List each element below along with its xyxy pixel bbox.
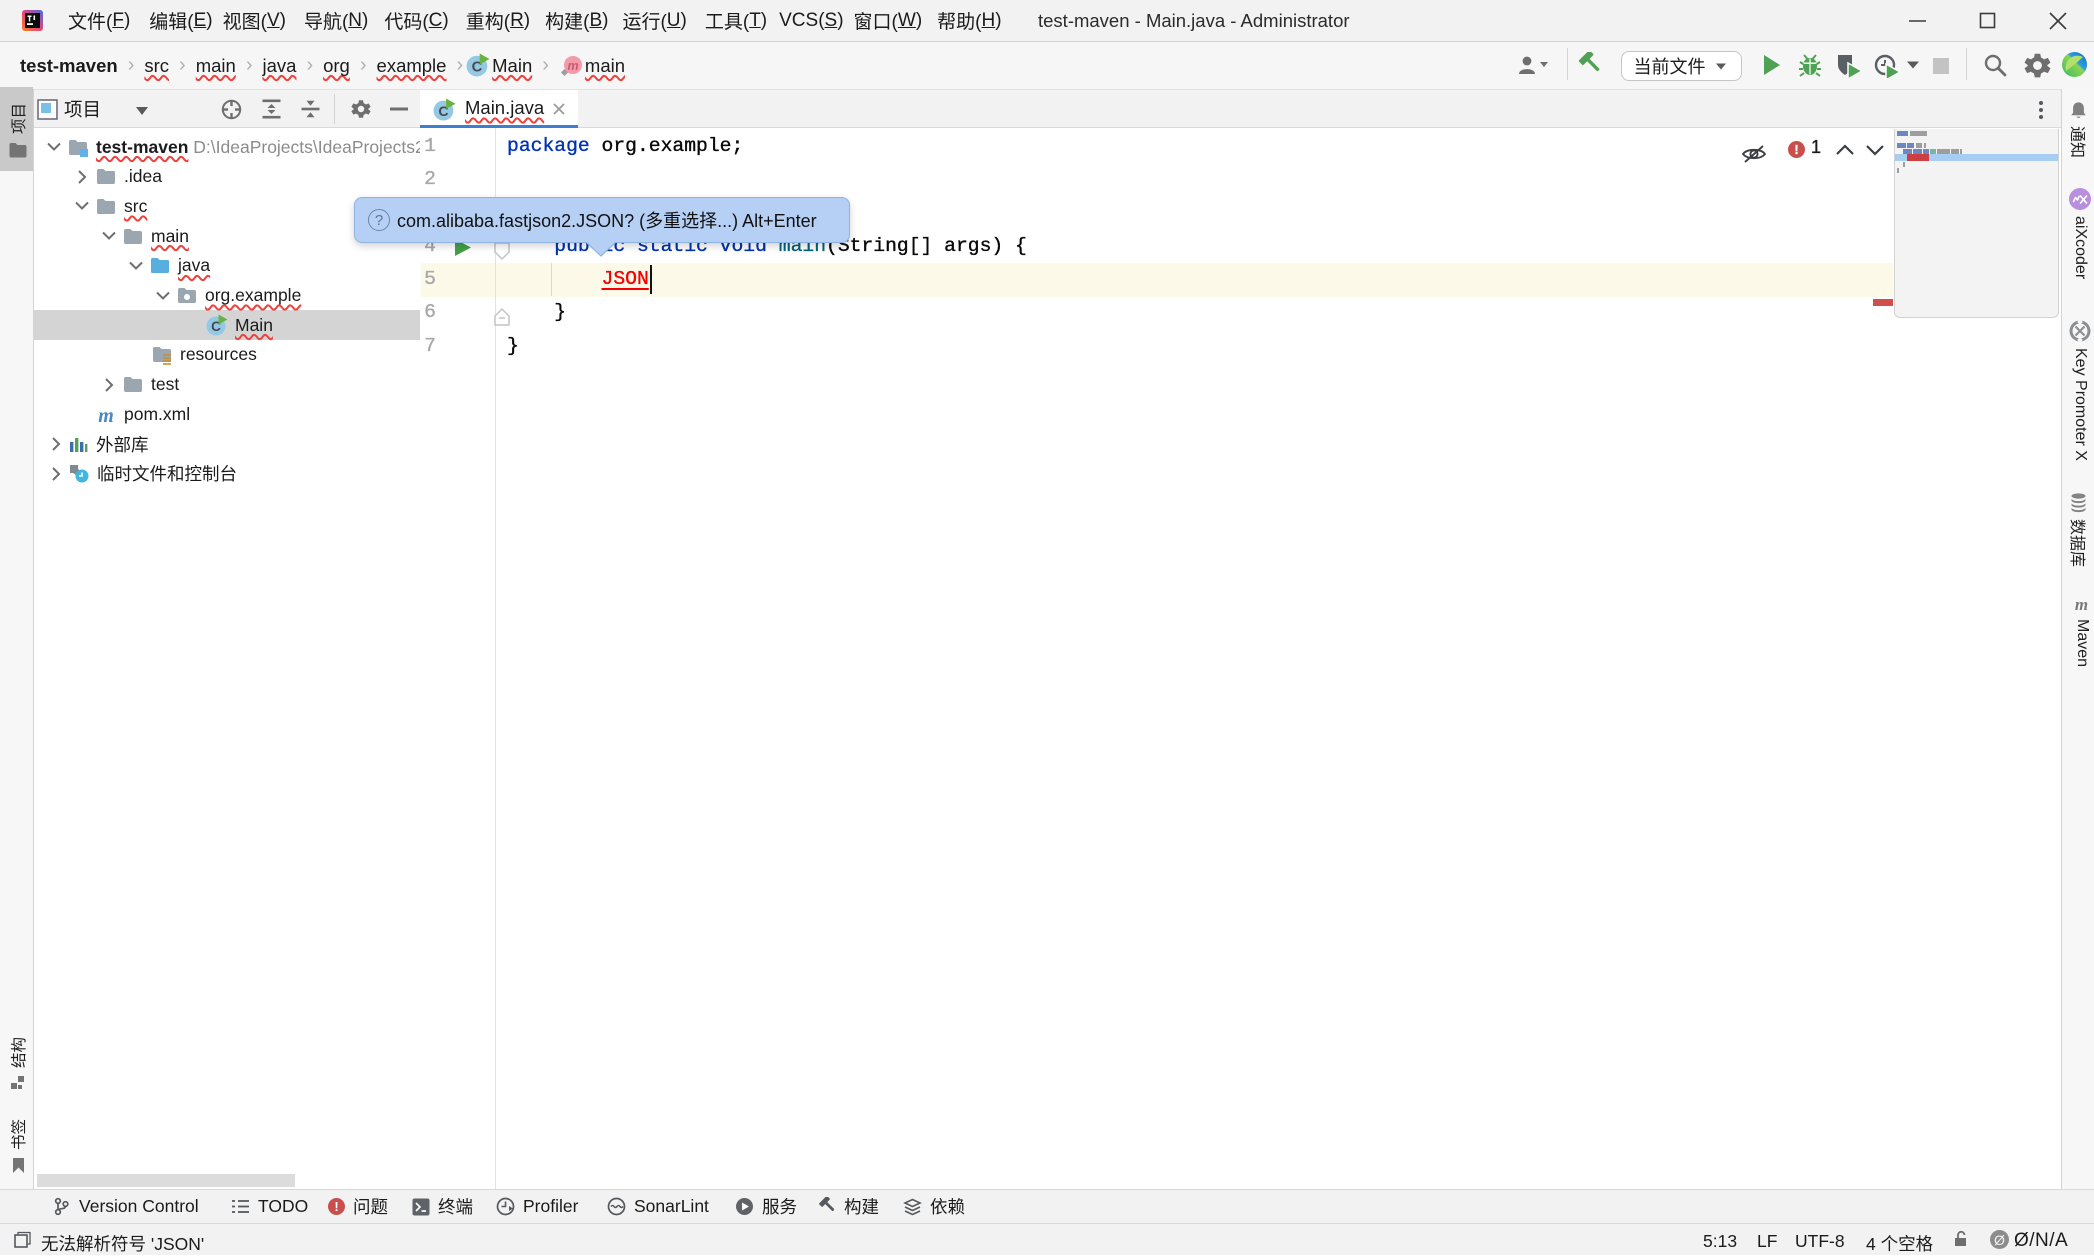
svg-text:m: m — [2075, 596, 2088, 613]
svg-text:m: m — [567, 59, 578, 73]
svg-text:m: m — [98, 405, 114, 425]
